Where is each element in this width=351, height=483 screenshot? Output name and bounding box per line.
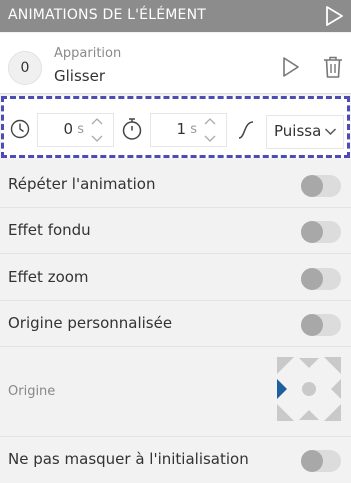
- toggle-knob: [301, 314, 323, 336]
- duration-unit: s: [190, 122, 197, 137]
- origin-bottom-arrow[interactable]: [299, 410, 319, 420]
- origin-top-arrow[interactable]: [299, 358, 319, 368]
- animation-order-badge: 0: [8, 51, 42, 85]
- panel-header: ANIMATIONS DE L'ÉLÉMENT: [0, 0, 351, 32]
- duration-value[interactable]: 1: [176, 120, 186, 138]
- origin-label: Origine: [8, 384, 56, 399]
- zoom-effect-label: Effet zoom: [8, 268, 89, 286]
- toggle-knob: [301, 268, 323, 290]
- custom-origin-label: Origine personnalisée: [8, 314, 173, 332]
- clock-icon: [10, 119, 30, 139]
- no-hide-on-init-label: Ne pas masquer à l'initialisation: [8, 450, 249, 468]
- duration-stepper[interactable]: 1 s: [150, 113, 227, 147]
- origin-left-arrow[interactable]: [277, 379, 287, 399]
- increment-chevron-up-icon[interactable]: [87, 115, 107, 129]
- toggle-knob: [301, 450, 323, 472]
- decrement-chevron-down-icon[interactable]: [200, 131, 220, 145]
- decrement-chevron-down-icon[interactable]: [87, 131, 107, 145]
- delay-unit: s: [77, 122, 84, 137]
- toggle-knob: [301, 221, 323, 243]
- origin-top-left-arrow[interactable]: [277, 357, 294, 374]
- no-hide-on-init-toggle[interactable]: [301, 450, 341, 472]
- trash-icon[interactable]: [322, 55, 344, 79]
- custom-origin-toggle[interactable]: [301, 314, 341, 336]
- origin-bottom-right-arrow[interactable]: [324, 404, 341, 421]
- easing-select[interactable]: Puissance: [266, 115, 344, 149]
- delay-value[interactable]: 0: [63, 120, 73, 138]
- origin-right-arrow[interactable]: [331, 379, 341, 399]
- play-outline-icon[interactable]: [281, 56, 301, 78]
- chevron-down-icon: [324, 128, 337, 136]
- easing-curve-icon: [238, 121, 254, 139]
- animation-category: Apparition: [54, 46, 122, 61]
- origin-top-right-arrow[interactable]: [324, 357, 341, 374]
- timing-settings-row: 0 s 1 s Puissance: [1, 96, 350, 158]
- increment-chevron-up-icon[interactable]: [200, 115, 220, 129]
- animation-name: Glisser: [54, 67, 105, 85]
- delay-stepper[interactable]: 0 s: [37, 113, 114, 147]
- repeat-animation-label: Répéter l'animation: [8, 175, 156, 193]
- toggle-knob: [301, 175, 323, 197]
- fade-effect-toggle[interactable]: [301, 221, 341, 243]
- option-row-zoom: Effet zoom: [0, 255, 351, 301]
- zoom-effect-toggle[interactable]: [301, 268, 341, 290]
- repeat-animation-toggle[interactable]: [301, 175, 341, 197]
- option-row-no-hide: Ne pas masquer à l'initialisation: [0, 437, 351, 483]
- option-row-repeat: Répéter l'animation: [0, 162, 351, 208]
- origin-direction-picker[interactable]: [274, 354, 344, 424]
- fade-effect-label: Effet fondu: [8, 221, 91, 239]
- origin-row: Origine: [0, 347, 351, 437]
- origin-bottom-left-arrow[interactable]: [277, 404, 294, 421]
- easing-value: Puissance: [274, 122, 320, 140]
- option-row-fade: Effet fondu: [0, 208, 351, 254]
- panel-title: ANIMATIONS DE L'ÉLÉMENT: [8, 7, 207, 23]
- stopwatch-icon: [122, 118, 142, 140]
- origin-center-dot[interactable]: [302, 382, 316, 396]
- option-row-custom-origin: Origine personnalisée: [0, 301, 351, 347]
- play-outline-icon[interactable]: [323, 4, 345, 28]
